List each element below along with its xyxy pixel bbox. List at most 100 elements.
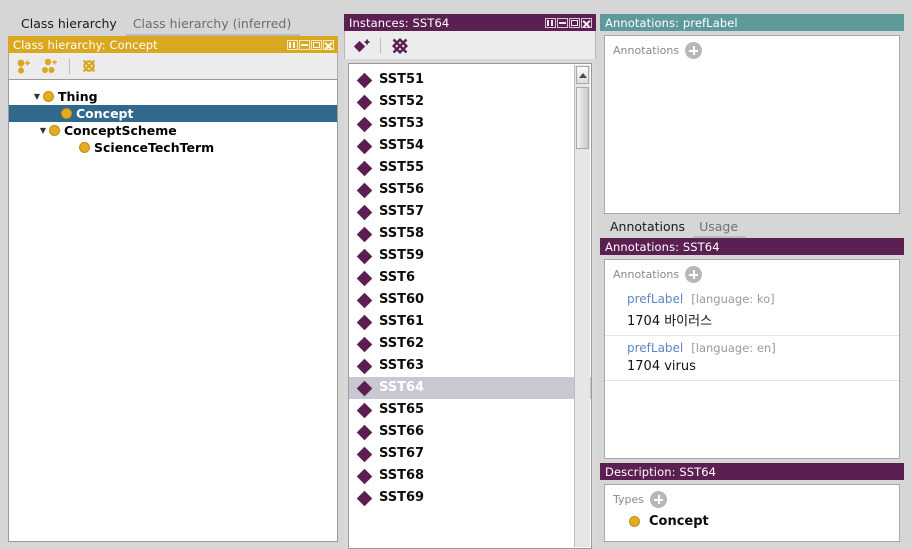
list-item[interactable]: SST66 xyxy=(349,421,591,443)
annotation-language: [language: en] xyxy=(691,341,776,355)
add-annotation-button[interactable] xyxy=(685,266,703,283)
preflabel-title: Annotations: prefLabel xyxy=(605,15,738,30)
minimize-icon[interactable] xyxy=(557,17,568,28)
tree-item-concept[interactable]: Concept xyxy=(9,105,337,122)
list-item[interactable]: SST52 xyxy=(349,91,591,113)
class-tree[interactable]: ▼ Thing Concept ▼ ConceptScheme ScienceT… xyxy=(8,79,338,542)
list-item-label: SST67 xyxy=(379,446,425,461)
list-item-label: SST59 xyxy=(379,248,425,263)
individual-icon xyxy=(356,424,373,440)
list-item-label: SST58 xyxy=(379,226,425,241)
tree-item-thing[interactable]: ▼ Thing xyxy=(9,88,337,105)
list-item-label: SST63 xyxy=(379,358,425,373)
individual-icon xyxy=(356,336,373,352)
tab-class-hierarchy-inferred[interactable]: Class hierarchy (inferred) xyxy=(125,14,301,36)
list-item[interactable]: SST62 xyxy=(349,333,591,355)
add-type-button[interactable] xyxy=(650,491,667,508)
add-sibling-class-icon[interactable] xyxy=(41,57,59,75)
close-icon[interactable] xyxy=(581,17,592,28)
add-subclass-icon[interactable] xyxy=(16,57,34,75)
protege-window: Class hierarchy Class hierarchy (inferre… xyxy=(0,0,912,549)
list-item[interactable]: SST60 xyxy=(349,289,591,311)
annotation-value[interactable]: 1704 바이러스 xyxy=(605,310,899,329)
instances-list-container: SST51 SST52 SST53 SST54 SST55 SST56 SST5… xyxy=(344,59,596,549)
list-item-label: SST64 xyxy=(379,380,425,395)
tree-item-label: Concept xyxy=(76,105,134,121)
type-item[interactable]: Concept xyxy=(605,514,899,529)
list-item-label: SST61 xyxy=(379,314,425,329)
list-item[interactable]: SST67 xyxy=(349,443,591,465)
maximize-icon[interactable] xyxy=(311,39,322,50)
chevron-down-icon[interactable]: ▼ xyxy=(31,92,43,101)
individual-icon xyxy=(356,446,373,462)
annotations-box[interactable]: Annotations prefLabel [language: ko] 170… xyxy=(604,259,900,459)
list-item[interactable]: SST68 xyxy=(349,465,591,487)
annotations-body: Annotations prefLabel [language: ko] 170… xyxy=(600,255,904,463)
annotation-property[interactable]: prefLabel xyxy=(627,341,683,355)
list-item-label: SST68 xyxy=(379,468,425,483)
list-item[interactable]: SST57 xyxy=(349,201,591,223)
types-label: Types xyxy=(613,493,644,506)
list-item[interactable]: SST59 xyxy=(349,245,591,267)
individual-icon xyxy=(356,270,373,286)
annotation-property[interactable]: prefLabel xyxy=(627,292,683,306)
list-item-label: SST60 xyxy=(379,292,425,307)
preflabel-body: Annotations xyxy=(600,31,904,218)
maximize-icon[interactable] xyxy=(569,17,580,28)
preflabel-section-label-row: Annotations xyxy=(605,36,899,59)
description-box[interactable]: Types Concept xyxy=(604,484,900,542)
annotation-row[interactable]: prefLabel [language: ko] 1704 바이러스 xyxy=(605,287,899,336)
chevron-down-icon[interactable]: ▼ xyxy=(37,126,49,135)
scrollbar-thumb[interactable] xyxy=(576,87,589,149)
class-tree-rows: ▼ Thing Concept ▼ ConceptScheme ScienceT… xyxy=(9,80,337,156)
tab-annotations[interactable]: Annotations xyxy=(604,218,693,238)
annotation-value[interactable]: 1704 virus xyxy=(605,359,899,374)
instances-scrollbar[interactable] xyxy=(574,65,590,547)
annotation-head: prefLabel [language: en] xyxy=(605,341,899,355)
tree-item-conceptscheme[interactable]: ▼ ConceptScheme xyxy=(9,122,337,139)
list-item[interactable]: SST58 xyxy=(349,223,591,245)
instances-toolbar xyxy=(344,31,596,59)
list-item-label: SST62 xyxy=(379,336,425,351)
annotations-section-label-row: Annotations xyxy=(605,260,899,283)
split-icon[interactable] xyxy=(287,39,298,50)
individual-icon xyxy=(356,226,373,242)
list-item[interactable]: SST56 xyxy=(349,179,591,201)
instances-panel: Instances: SST64 SST51 SST52 SST53 SST54… xyxy=(344,14,596,549)
list-item-selected[interactable]: SST64 xyxy=(349,377,591,399)
tab-usage[interactable]: Usage xyxy=(693,218,747,238)
tree-item-sciencetechterm[interactable]: ScienceTechTerm xyxy=(9,139,337,156)
instances-list[interactable]: SST51 SST52 SST53 SST54 SST55 SST56 SST5… xyxy=(348,63,592,549)
scroll-up-arrow-icon[interactable] xyxy=(576,66,589,84)
list-item[interactable]: SST55 xyxy=(349,157,591,179)
individual-icon xyxy=(356,72,373,88)
add-instance-icon[interactable] xyxy=(353,36,371,54)
preflabel-annotations-box[interactable]: Annotations xyxy=(604,35,900,214)
delete-instance-icon[interactable] xyxy=(390,36,409,55)
list-item[interactable]: SST6 xyxy=(349,267,591,289)
individual-icon xyxy=(356,314,373,330)
entity-subtabs: Annotations Usage xyxy=(600,218,904,238)
list-item[interactable]: SST61 xyxy=(349,311,591,333)
tab-class-hierarchy[interactable]: Class hierarchy xyxy=(14,14,126,36)
list-item[interactable]: SST51 xyxy=(349,69,591,91)
annotations-label: Annotations xyxy=(613,44,680,57)
list-item-label: SST6 xyxy=(379,270,416,285)
individual-icon xyxy=(356,138,373,154)
list-item[interactable]: SST65 xyxy=(349,399,591,421)
add-annotation-button[interactable] xyxy=(685,42,703,59)
tree-item-label: Thing xyxy=(58,88,98,104)
class-hierarchy-header: Class hierarchy: Concept xyxy=(8,36,338,53)
minimize-icon[interactable] xyxy=(299,39,310,50)
instances-window-controls xyxy=(545,17,594,28)
split-icon[interactable] xyxy=(545,17,556,28)
list-item[interactable]: SST53 xyxy=(349,113,591,135)
delete-class-icon[interactable] xyxy=(80,57,98,75)
annotation-language: [language: ko] xyxy=(691,292,775,306)
close-icon[interactable] xyxy=(323,39,334,50)
list-item[interactable]: SST54 xyxy=(349,135,591,157)
annotation-row[interactable]: prefLabel [language: en] 1704 virus xyxy=(605,336,899,381)
list-item[interactable]: SST63 xyxy=(349,355,591,377)
list-item[interactable]: SST69 xyxy=(349,487,591,509)
types-section-label-row: Types xyxy=(605,485,899,508)
